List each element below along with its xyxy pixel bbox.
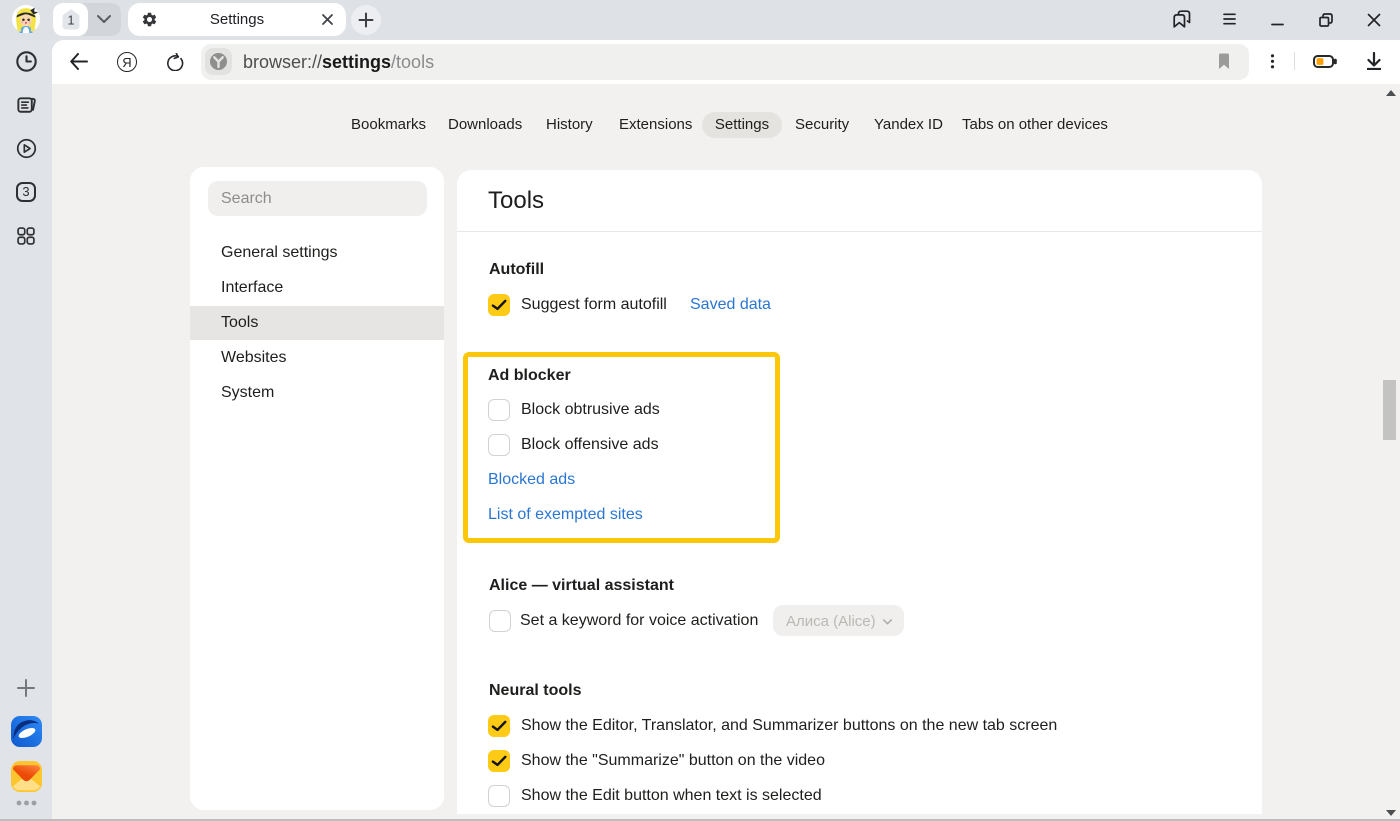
svg-text:1: 1 (68, 14, 75, 28)
